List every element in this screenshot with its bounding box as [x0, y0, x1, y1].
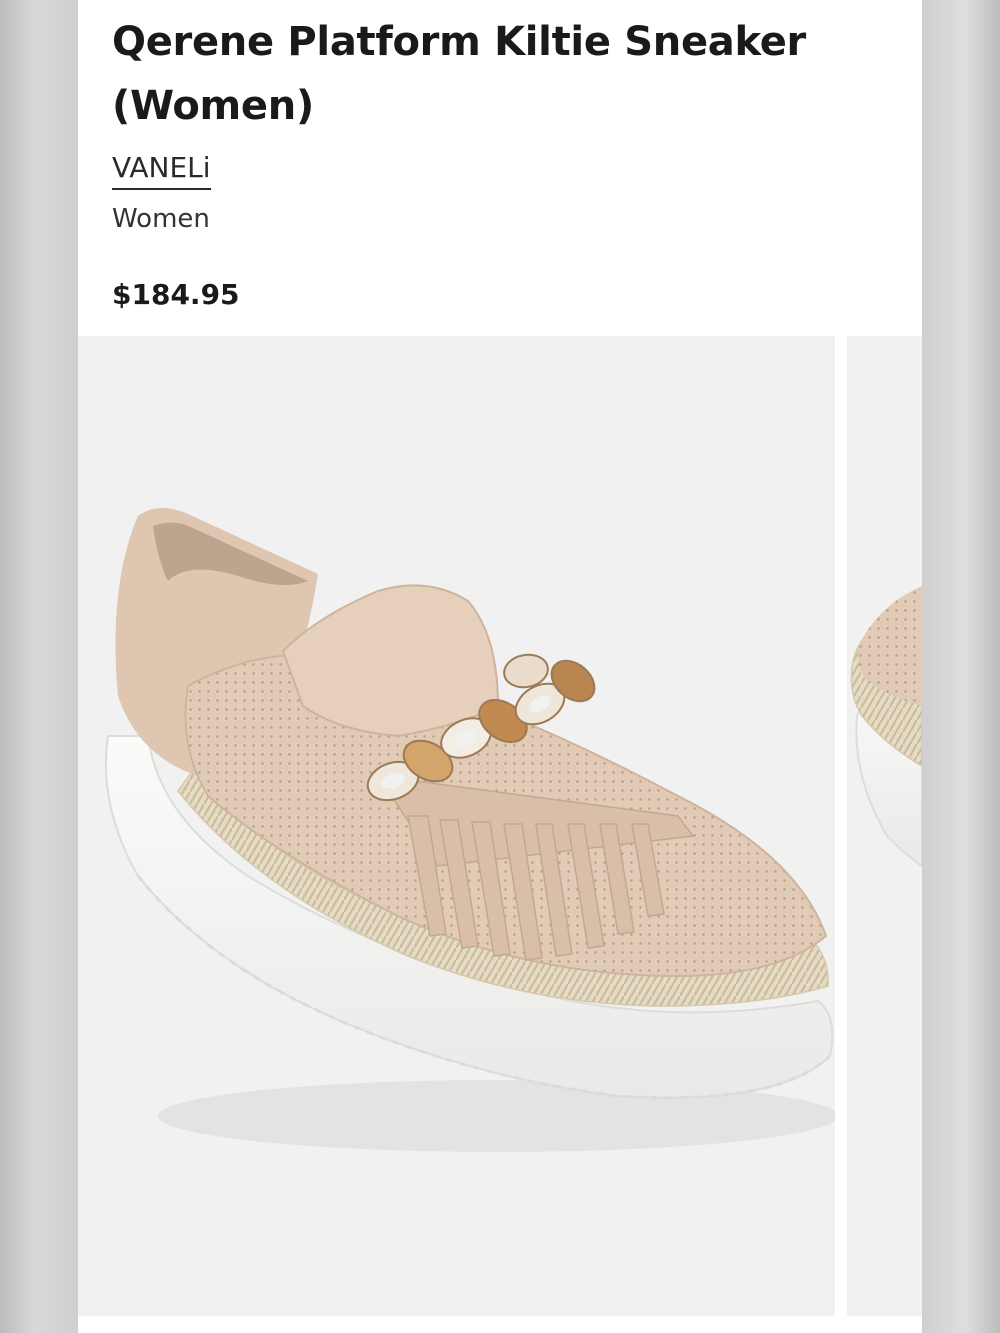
product-image — [78, 336, 835, 1316]
category-label: Women — [112, 204, 210, 234]
image-carousel[interactable] — [78, 336, 922, 1316]
left-blur-border — [0, 0, 78, 1333]
carousel-slide-next[interactable] — [847, 336, 922, 1316]
product-page: Qerene Platform Kiltie Sneaker (Women) V… — [78, 0, 922, 1333]
product-price: $184.95 — [112, 278, 240, 311]
page-bottom-strip — [78, 1316, 922, 1333]
product-info: Qerene Platform Kiltie Sneaker (Women) V… — [112, 10, 892, 312]
carousel-slide-main[interactable] — [78, 336, 835, 1316]
next-product-image — [847, 336, 922, 1316]
right-blur-border — [922, 0, 1000, 1333]
brand-link[interactable]: VANELi — [112, 150, 211, 190]
product-title: Qerene Platform Kiltie Sneaker (Women) — [112, 19, 806, 129]
